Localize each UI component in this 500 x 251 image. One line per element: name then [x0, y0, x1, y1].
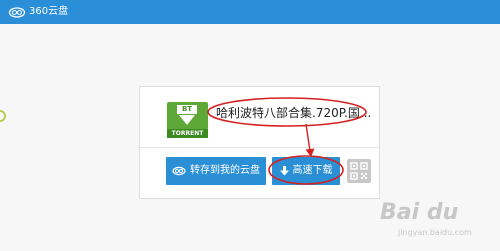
brand[interactable]: 360云盘 [8, 5, 68, 19]
watermark-caption: jingyan.baidu.com [398, 228, 472, 237]
torrent-file-icon: BT TORRENT [167, 102, 208, 138]
fast-download-label: 高速下载 [292, 165, 333, 176]
share-card: BT TORRENT 哈利波特八部合集.720P.国... 转存到我的云盘 高速… [139, 86, 380, 199]
top-bar: 360云盘 [0, 0, 500, 24]
brand-name: 360云盘 [29, 6, 69, 17]
save-to-cloud-label: 转存到我的云盘 [190, 165, 260, 176]
baidu-watermark: Bai du jingyan.baidu.com [380, 200, 495, 246]
cloud-logo-icon [8, 7, 26, 18]
download-arrow-icon [179, 115, 195, 125]
file-name[interactable]: 哈利波特八部合集.720P.国... [216, 104, 376, 122]
fast-download-button[interactable]: 高速下载 [272, 157, 340, 185]
edge-ring-icon [0, 110, 6, 122]
cloud-link-icon [172, 166, 186, 176]
save-to-cloud-button[interactable]: 转存到我的云盘 [166, 157, 266, 185]
qr-code-button[interactable] [347, 159, 371, 183]
download-icon [279, 166, 289, 176]
torrent-icon-tag: BT [177, 105, 197, 114]
card-divider [140, 147, 379, 148]
qr-code-icon [350, 162, 368, 180]
watermark-logo: Bai du [380, 200, 459, 225]
torrent-icon-label: TORRENT [167, 129, 208, 138]
